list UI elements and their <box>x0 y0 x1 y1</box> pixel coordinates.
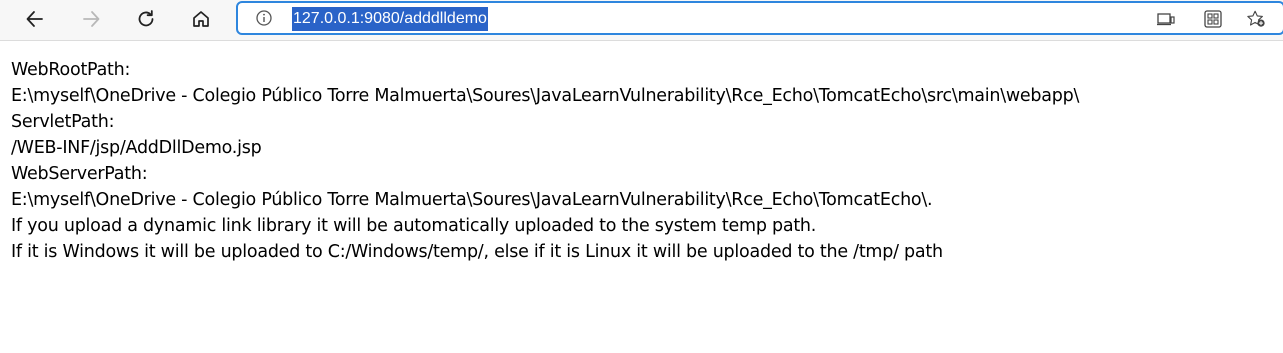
add-favorite-star-icon <box>1247 10 1265 27</box>
back-arrow-icon <box>26 11 43 27</box>
add-favorite-button[interactable] <box>1246 9 1266 29</box>
page-content: WebRootPath: E:\myself\OneDrive - Colegi… <box>0 41 1283 265</box>
apps-button[interactable] <box>1203 9 1223 29</box>
home-icon <box>193 11 209 27</box>
forward-arrow-icon <box>83 11 100 27</box>
apps-icon <box>1204 10 1222 28</box>
url-text[interactable]: 127.0.0.1:9080/adddlldemo <box>292 7 488 31</box>
webroot-path-value: E:\myself\OneDrive - Colegio Público Tor… <box>11 86 1080 106</box>
screen-cast-icon <box>1157 13 1175 26</box>
back-button[interactable] <box>18 3 52 35</box>
webserver-path-value: E:\myself\OneDrive - Colegio Público Tor… <box>11 190 933 210</box>
servlet-path-value: /WEB-INF/jsp/AddDllDemo.jsp <box>11 138 262 158</box>
upload-path-info-text: If it is Windows it will be uploaded to … <box>11 242 943 262</box>
home-button[interactable] <box>184 3 218 35</box>
upload-info-text: If you upload a dynamic link library it … <box>11 216 817 236</box>
refresh-icon <box>138 10 154 27</box>
address-bar[interactable]: 127.0.0.1:9080/adddlldemo <box>236 1 1283 35</box>
servlet-path-label: ServletPath: <box>11 112 115 132</box>
webserver-path-label: WebServerPath: <box>11 164 148 184</box>
refresh-button[interactable] <box>129 3 163 35</box>
browser-toolbar: 127.0.0.1:9080/adddlldemo <box>0 0 1283 41</box>
webroot-path-label: WebRootPath: <box>11 60 131 80</box>
screen-cast-button[interactable] <box>1156 9 1176 29</box>
forward-button[interactable] <box>74 3 108 35</box>
info-icon[interactable] <box>256 10 272 26</box>
